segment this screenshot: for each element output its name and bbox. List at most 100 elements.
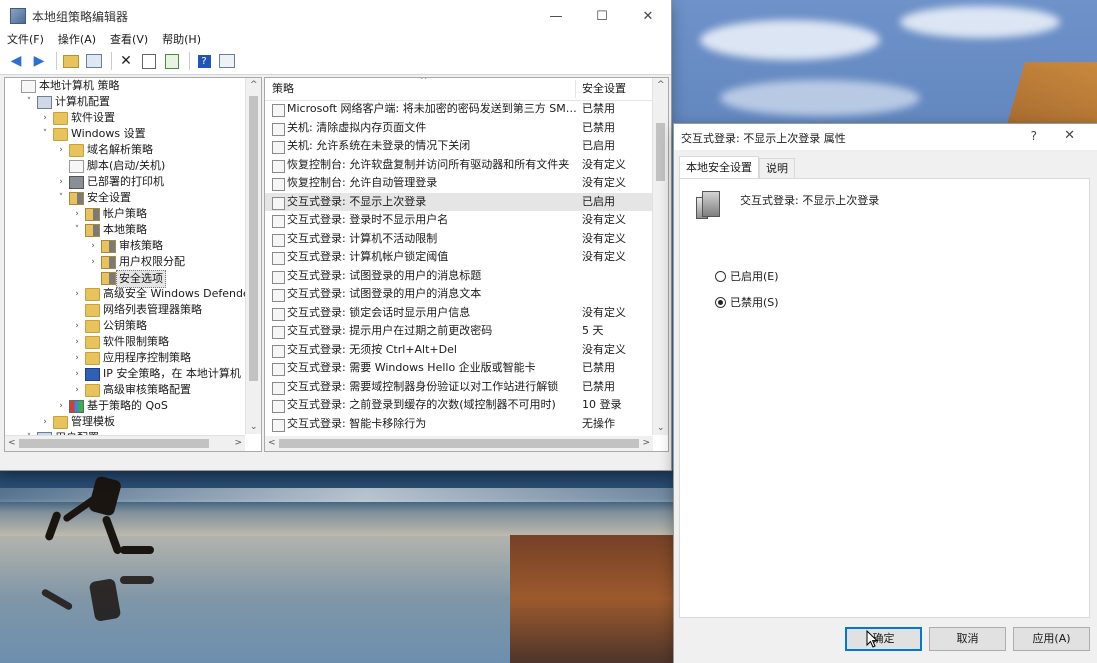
tree-node[interactable]: 本地计算机 策略 [5,78,245,94]
menu-file[interactable]: 文件(F) [0,32,51,48]
tree-node[interactable]: › 帐户策略 [5,206,245,222]
tree-node[interactable]: ˅ 本地策略 [5,222,245,238]
tree-scroll-thumb[interactable] [249,96,258,381]
tree-hscroll-thumb[interactable] [19,439,209,448]
tree-node[interactable]: 安全选项 [5,270,245,288]
menu-action[interactable]: 操作(A) [51,32,103,48]
tree-node[interactable]: › 高级安全 Windows Defender 防 [5,286,261,302]
expand-chevron-icon[interactable]: › [72,286,82,302]
back-icon[interactable]: ◀ [6,51,26,71]
tab-local-security-setting[interactable]: 本地安全设置 [679,156,759,179]
ok-button[interactable]: 确定 [845,627,922,651]
view-icon[interactable] [217,51,237,71]
dialog-close-button[interactable]: ✕ [1064,128,1075,143]
policy-row[interactable]: 交互式登录: 计算机不活动限制 没有定义 [265,230,653,249]
radio-enabled[interactable]: 已启用(E) [715,268,779,284]
policy-row[interactable]: 恢复控制台: 允许自动管理登录 没有定义 [265,174,653,193]
radio-disabled[interactable]: 已禁用(S) [715,294,779,310]
tree-node[interactable]: › 基于策略的 QoS [5,398,245,414]
list-horizontal-scrollbar[interactable]: < > [265,436,653,451]
scroll-up-icon[interactable]: ^ [250,80,258,90]
expand-chevron-icon[interactable]: › [72,318,82,334]
properties-icon[interactable] [139,51,159,71]
help-icon[interactable]: ? [194,51,214,71]
policy-row[interactable]: 交互式登录: 需要域控制器身份验证以对工作站进行解锁 已禁用 [265,378,653,397]
menu-help[interactable]: 帮助(H) [155,32,208,48]
tree-node[interactable]: › 高级审核策略配置 [5,382,245,398]
scroll-right-icon[interactable]: > [642,438,650,448]
radio-disabled-indicator[interactable] [715,296,726,308]
scroll-down-icon[interactable]: ⌄ [657,423,665,433]
tree-node[interactable]: › 管理模板 [5,414,245,430]
tree-node[interactable]: › 域名解析策略 [5,142,245,158]
policy-row[interactable]: 交互式登录: 登录时不显示用户名 没有定义 [265,211,653,230]
tree-node[interactable]: › 软件设置 [5,110,245,126]
expand-chevron-icon[interactable]: › [72,350,82,366]
tree-node[interactable]: › 用户权限分配 [5,254,245,270]
export-list-icon[interactable] [162,51,182,71]
policy-row[interactable]: 交互式登录: 不显示上次登录 已启用 [265,192,653,211]
forward-icon[interactable]: ▶ [29,51,49,71]
apply-button[interactable]: 应用(A) [1013,627,1090,651]
policy-row[interactable]: 关机: 清除虚拟内存页面文件 已禁用 [265,119,653,138]
expand-chevron-icon[interactable]: › [72,382,82,398]
tree-node[interactable]: › 软件限制策略 [5,334,245,350]
column-setting[interactable]: 安全设置 [582,78,626,100]
scroll-right-icon[interactable]: > [234,438,242,448]
policy-row[interactable]: 交互式登录: 计算机帐户锁定阈值 没有定义 [265,248,653,267]
collapse-chevron-icon[interactable]: ˅ [24,94,34,110]
minimize-button[interactable]: — [533,0,579,32]
tree-node[interactable]: › 已部署的打印机 [5,174,245,190]
tree-node[interactable]: › 审核策略 [5,238,245,254]
collapse-chevron-icon[interactable]: ˅ [72,222,82,238]
list-hscroll-thumb[interactable] [279,439,639,448]
maximize-button[interactable]: ☐ [579,0,625,32]
tree-node[interactable]: 网络列表管理器策略 [5,302,245,318]
policy-row[interactable]: 关机: 允许系统在未登录的情况下关闭 已启用 [265,137,653,156]
list-vertical-scrollbar[interactable]: ^ ⌄ [652,78,668,435]
scroll-left-icon[interactable]: < [268,438,276,448]
policy-row[interactable]: 恢复控制台: 允许软盘复制并访问所有驱动器和所有文件夹 没有定义 [265,156,653,175]
tab-explain[interactable]: 说明 [759,158,795,179]
expand-chevron-icon[interactable]: › [56,174,66,190]
list-scroll-thumb[interactable] [656,123,665,181]
close-button[interactable]: ✕ [625,0,671,32]
tree-horizontal-scrollbar[interactable]: < > [5,435,245,451]
radio-enabled-indicator[interactable] [715,270,726,282]
expand-chevron-icon[interactable]: › [72,206,82,222]
policy-row[interactable]: 交互式登录: 锁定会话时显示用户信息 没有定义 [265,304,653,323]
tree-vertical-scrollbar[interactable]: ^ ⌄ [245,78,261,434]
collapse-chevron-icon[interactable]: ˅ [40,126,50,142]
expand-chevron-icon[interactable]: › [56,398,66,414]
collapse-chevron-icon[interactable]: ˅ [56,190,66,206]
expand-chevron-icon[interactable]: › [88,254,98,270]
tree-node[interactable]: ˅ 安全设置 [5,190,245,206]
expand-chevron-icon[interactable]: › [56,142,66,158]
cancel-button[interactable]: 取消 [929,627,1006,651]
scroll-left-icon[interactable]: < [8,438,16,448]
show-hide-tree-icon[interactable] [84,51,104,71]
scroll-up-icon[interactable]: ^ [657,80,665,90]
tree-node[interactable]: ˅ Windows 设置 [5,126,245,142]
policy-row[interactable]: 交互式登录: 之前登录到缓存的次数(域控制器不可用时) 10 登录 [265,396,653,415]
policy-row[interactable]: 交互式登录: 智能卡移除行为 无操作 [265,415,653,434]
policy-row[interactable]: 交互式登录: 提示用户在过期之前更改密码 5 天 [265,322,653,341]
column-policy[interactable]: 策略 [272,78,294,100]
tree-node[interactable]: › 公钥策略 [5,318,245,334]
expand-chevron-icon[interactable]: › [40,110,50,126]
up-folder-icon[interactable] [61,51,81,71]
policy-row[interactable]: 交互式登录: 试图登录的用户的消息文本 [265,285,653,304]
policy-row[interactable]: 交互式登录: 无须按 Ctrl+Alt+Del 没有定义 [265,341,653,360]
menu-view[interactable]: 查看(V) [103,32,155,48]
policy-row[interactable]: Microsoft 网络客户端: 将未加密的密码发送到第三方 SMB ... 已禁… [265,100,653,119]
policy-row[interactable]: 交互式登录: 需要 Windows Hello 企业版或智能卡 已禁用 [265,359,653,378]
tree-node[interactable]: › 应用程序控制策略 [5,350,245,366]
policy-row[interactable]: 交互式登录: 试图登录的用户的消息标题 [265,267,653,286]
scroll-down-icon[interactable]: ⌄ [250,422,258,432]
delete-icon[interactable]: ✕ [116,51,136,71]
expand-chevron-icon[interactable]: › [40,414,50,430]
expand-chevron-icon[interactable]: › [72,366,82,382]
tree-node[interactable]: › IP 安全策略，在 本地计算机 [5,366,245,382]
expand-chevron-icon[interactable]: › [88,238,98,254]
expand-chevron-icon[interactable]: › [72,334,82,350]
